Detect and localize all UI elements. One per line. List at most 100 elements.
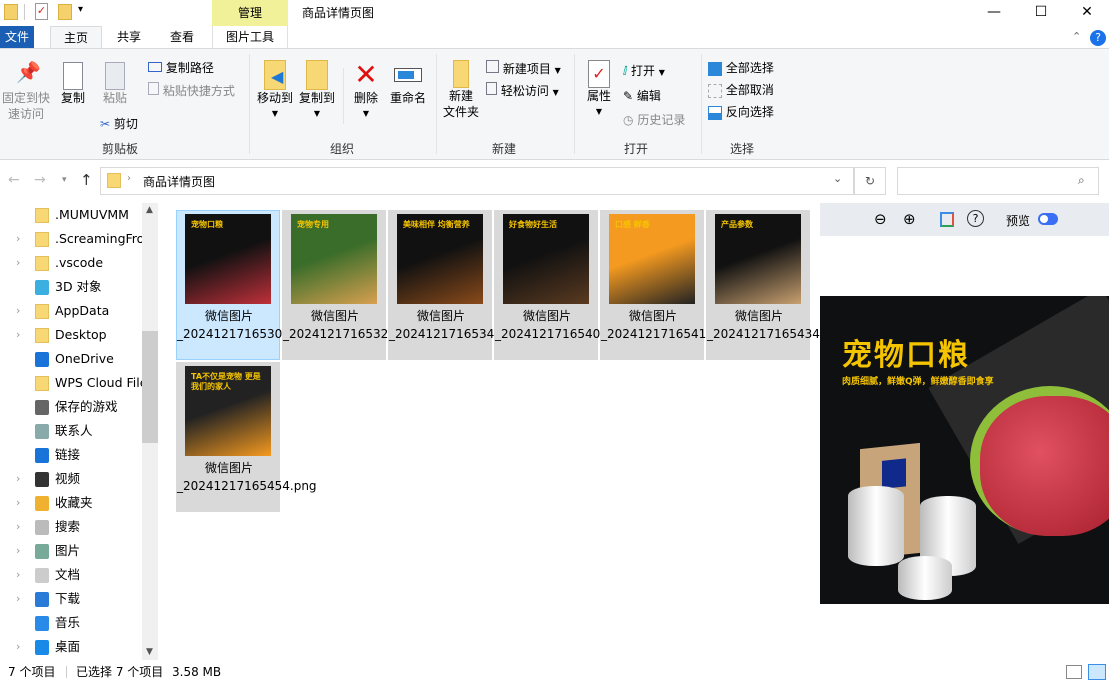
new-folder-quick-icon[interactable] <box>58 4 72 20</box>
preview-toggle[interactable] <box>1038 213 1058 225</box>
nav-item[interactable]: › 下载 <box>0 587 142 611</box>
file-item[interactable]: 宠物口粮 微信图片 _20241217165301.png <box>176 210 317 360</box>
invert-selection-button[interactable]: 反向选择 <box>708 104 774 120</box>
nav-item[interactable]: 链接 <box>0 443 142 467</box>
file-item[interactable]: 宠物专用 微信图片 _20241217165325.png <box>282 210 423 360</box>
paste-shortcut-button[interactable]: 粘贴快捷方式 <box>148 82 235 99</box>
expand-chevron-icon[interactable]: › <box>16 227 20 251</box>
breadcrumb-current[interactable]: 商品详情页图 <box>143 173 215 190</box>
nav-item[interactable]: .MUMUVMM <box>0 203 142 227</box>
file-item[interactable]: 美味相伴 均衡营养 微信图片 _20241217165343.png <box>388 210 529 360</box>
nav-item[interactable]: 保存的游戏 <box>0 395 142 419</box>
expand-chevron-icon[interactable]: › <box>16 563 20 587</box>
file-thumbnail: 产品参数 <box>715 214 801 304</box>
select-all-button[interactable]: 全部选择 <box>708 60 774 76</box>
select-none-button[interactable]: 全部取消 <box>708 82 774 98</box>
pin-quick-access-button[interactable]: 📌 固定到快 速访问 <box>2 62 50 122</box>
copy-to-button[interactable]: 复制到 ▼ <box>297 60 337 122</box>
rename-button[interactable]: 重命名 <box>388 60 428 106</box>
paste-button[interactable]: 粘贴 <box>100 62 130 106</box>
nav-item[interactable]: › 收藏夹 <box>0 491 142 515</box>
customize-quick-access-icon[interactable]: ▾ <box>78 4 83 15</box>
properties-quick-icon[interactable]: ✓ <box>35 3 48 20</box>
open-button[interactable]: ⅈ 打开 ▼ <box>623 63 665 81</box>
thumbnail-caption: 美味相伴 均衡营养 <box>403 220 470 229</box>
history-icon: ◷ <box>623 113 634 127</box>
nav-item[interactable]: › Desktop <box>0 323 142 347</box>
divider <box>574 54 575 154</box>
large-icons-view-button[interactable] <box>1088 664 1106 680</box>
tab-share[interactable]: 共享 <box>108 26 150 48</box>
back-button[interactable]: ← <box>8 172 20 188</box>
expand-chevron-icon[interactable]: › <box>16 323 20 347</box>
properties-button[interactable]: ✓ 属性 ▼ <box>584 60 614 120</box>
expand-chevron-icon[interactable]: › <box>16 299 20 323</box>
search-input[interactable] <box>902 169 1072 193</box>
address-dropdown-icon[interactable]: ⌄ <box>833 172 842 185</box>
file-grid: 宠物口粮 微信图片 _20241217165301.png 宠物专用 微信图片 _2024… <box>176 210 847 660</box>
history-button[interactable]: ◷ 历史记录 <box>623 112 685 128</box>
easy-access-button[interactable]: 轻松访问 ▼ <box>486 82 559 101</box>
edit-button[interactable]: ✎ 编辑 <box>623 88 661 104</box>
nav-item[interactable]: › .vscode <box>0 251 142 275</box>
nav-item[interactable]: 3D 对象 <box>0 275 142 299</box>
collapse-ribbon-icon[interactable]: ⌃ <box>1072 30 1081 43</box>
cut-button[interactable]: ✂ 剪切 <box>100 116 138 132</box>
nav-item[interactable]: › 搜索 <box>0 515 142 539</box>
nav-item-label: .ScreamingFrog <box>55 231 142 246</box>
nav-item[interactable]: 音乐 <box>0 611 142 635</box>
search-icon[interactable]: ⌕ <box>1078 173 1085 188</box>
search-box[interactable]: ⌕ <box>897 167 1099 195</box>
nav-scrollbar[interactable]: ▲ ▼ <box>142 203 158 660</box>
close-button[interactable]: ✕ <box>1064 0 1109 26</box>
move-to-button[interactable]: ◀ 移动到 ▼ <box>255 60 295 122</box>
manage-context-tab[interactable]: 管理 <box>212 0 288 26</box>
new-item-button[interactable]: 新建项目 ▼ <box>486 60 561 79</box>
expand-chevron-icon[interactable]: › <box>16 515 20 539</box>
expand-chevron-icon[interactable]: › <box>16 251 20 275</box>
help-icon[interactable]: ? <box>1090 30 1106 46</box>
scrollbar-thumb[interactable] <box>142 331 158 443</box>
recent-locations-button[interactable]: ▾ <box>62 175 67 185</box>
file-item[interactable]: 产品参数 微信图片 _20241217165434.png <box>706 210 847 360</box>
expand-chevron-icon[interactable]: › <box>16 587 20 611</box>
new-folder-button[interactable]: 新建 文件夹 <box>441 60 481 120</box>
nav-item[interactable]: 联系人 <box>0 419 142 443</box>
expand-chevron-icon[interactable]: › <box>16 467 20 491</box>
maximize-button[interactable]: ☐ <box>1018 0 1064 26</box>
expand-chevron-icon[interactable]: › <box>16 491 20 515</box>
nav-item[interactable]: › 文档 <box>0 563 142 587</box>
nav-item-label: 桌面 <box>55 639 81 654</box>
nav-item[interactable]: › 桌面 <box>0 635 142 659</box>
nav-item[interactable]: › 图片 <box>0 539 142 563</box>
refresh-button[interactable]: ↻ <box>854 167 886 195</box>
zoom-out-icon[interactable]: ⊖ <box>874 210 887 228</box>
tab-home[interactable]: 主页 <box>50 26 102 48</box>
file-item[interactable]: TA不仅是宠物 更是我们的家人 微信图片 _20241217165454.png <box>176 362 317 512</box>
nav-item[interactable]: › AppData <box>0 299 142 323</box>
nav-item[interactable]: WPS Cloud Files <box>0 371 142 395</box>
help-circle-icon[interactable]: ? <box>967 210 984 227</box>
nav-item[interactable]: › .ScreamingFrog <box>0 227 142 251</box>
up-button[interactable]: ↑ <box>80 171 93 189</box>
expand-chevron-icon[interactable]: › <box>16 635 20 659</box>
scroll-up-icon[interactable]: ▲ <box>146 205 153 215</box>
file-item[interactable]: 好食物好生活 微信图片 _20241217165401.png <box>494 210 635 360</box>
nav-item[interactable]: OneDrive <box>0 347 142 371</box>
zoom-in-icon[interactable]: ⊕ <box>903 210 916 228</box>
nav-item[interactable]: › 视频 <box>0 467 142 491</box>
details-view-button[interactable] <box>1066 665 1082 679</box>
layout-icon[interactable] <box>940 212 954 227</box>
tab-picture-tools[interactable]: 图片工具 <box>212 26 288 48</box>
copy-button[interactable]: 复制 <box>58 62 88 106</box>
address-bar[interactable]: › 商品详情页图 ⌄ <box>100 167 854 195</box>
delete-button[interactable]: ✕ 删除 ▼ <box>350 60 382 122</box>
file-item[interactable]: 口感 鲜香 微信图片 _20241217165418.png <box>600 210 741 360</box>
copy-path-button[interactable]: 复制路径 <box>148 60 214 76</box>
minimize-button[interactable]: — <box>971 0 1017 26</box>
tab-file[interactable]: 文件 <box>0 26 34 48</box>
expand-chevron-icon[interactable]: › <box>16 539 20 563</box>
scroll-down-icon[interactable]: ▼ <box>146 647 153 657</box>
tab-view[interactable]: 查看 <box>160 26 204 48</box>
forward-button[interactable]: → <box>34 172 46 188</box>
